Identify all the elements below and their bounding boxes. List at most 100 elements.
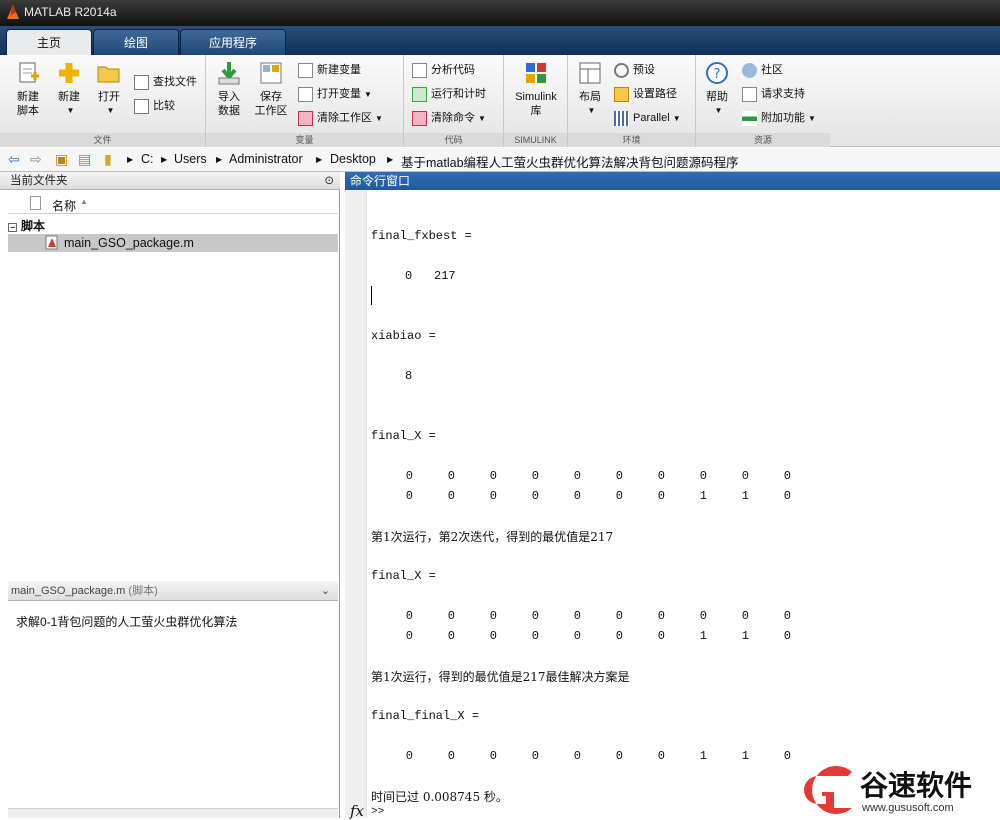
chevron-down-icon: ▼ [808, 114, 816, 123]
xiabiao-label: xiabiao = [371, 329, 436, 343]
request-support-button[interactable]: 请求支持 [742, 85, 805, 105]
breadcrumb-desktop[interactable]: Desktop [330, 152, 376, 166]
matrix-cell: 0 [447, 749, 455, 763]
matrix-cell: 0 [573, 749, 581, 763]
details-header[interactable]: main_GSO_package.m (脚本) ⌄ [8, 581, 338, 601]
tab-home[interactable]: 主页 [6, 29, 92, 55]
matrix-cell: 0 [615, 469, 623, 483]
chevron-down-icon: ▼ [375, 114, 383, 123]
matrix-cell: 1 [741, 749, 749, 763]
simulink-label-2: 库 [530, 105, 542, 117]
chevron-down-icon: ▼ [672, 114, 681, 123]
file-type-icon [30, 196, 41, 210]
final-x-label-2: final_X = [371, 569, 436, 583]
back-arrow-icon[interactable]: ⇦ [8, 151, 20, 168]
fxbest-label: final_fxbest = [371, 229, 472, 243]
watermark-url: www.gususoft.com [862, 802, 954, 814]
import-label-1: 导入 [218, 91, 240, 103]
scripts-group[interactable]: − 脚本 [8, 217, 45, 234]
xiabiao-value: 8 [405, 369, 413, 383]
matrix-cell: 0 [447, 609, 455, 623]
matrix-cell: 0 [573, 489, 581, 503]
watermark: 谷速软件 www.gususoft.com [800, 762, 1000, 818]
layout-label: 布局 [579, 91, 601, 103]
tab-plots[interactable]: 绘图 [93, 29, 179, 55]
matrix-cell: 0 [489, 489, 497, 503]
chevron-down-icon: ▼ [714, 106, 723, 115]
community-icon [742, 62, 757, 78]
find-files-button[interactable]: 查找文件 [134, 73, 197, 93]
breadcrumb-drive[interactable]: C: [141, 152, 154, 166]
command-window-title: 命令行窗口 [350, 174, 411, 188]
final-x-label: final_X = [371, 429, 436, 443]
simulink-library-button[interactable]: Simulink 库 [508, 60, 564, 118]
new-variable-button[interactable]: 新建变量 [298, 61, 361, 81]
browse-folder-icon[interactable]: ▤ [78, 151, 91, 168]
fx-icon[interactable]: fx [350, 802, 364, 820]
title-bar: MATLAB R2014a [0, 0, 1000, 26]
tab-apps[interactable]: 应用程序 [180, 29, 286, 55]
variable-section-label: 变量 [206, 133, 403, 147]
matrix-cell: 0 [741, 469, 749, 483]
name-column-header[interactable]: 名称 ▲ [8, 194, 338, 214]
help-icon: ? [706, 62, 728, 84]
command-prompt[interactable]: >> [371, 806, 384, 818]
matrix-cell: 0 [489, 469, 497, 483]
command-window-header: 命令行窗口 [345, 172, 1000, 190]
chevron-down-icon: ▼ [106, 106, 115, 115]
open-button[interactable]: 打开 ▼ [92, 60, 126, 118]
matrix-cell: 0 [783, 469, 791, 483]
matrix-cell: 0 [615, 609, 623, 623]
forward-arrow-icon[interactable]: ⇨ [30, 151, 42, 168]
script-file-icon [45, 235, 58, 250]
new-button[interactable]: 新建 ▼ [52, 60, 86, 118]
result-message-1: 第1次运行，第2次迭代，得到的最优值是217 [371, 530, 614, 544]
import-data-button[interactable]: 导入 数据 [212, 60, 246, 118]
save-label-2: 工作区 [254, 105, 288, 117]
command-window-gutter [345, 190, 367, 818]
clear-workspace-label: 清除工作区 [317, 112, 372, 124]
matrix-cell: 0 [615, 629, 623, 643]
request-support-label: 请求支持 [761, 88, 805, 100]
breadcrumb-administrator[interactable]: Administrator [229, 152, 303, 166]
breadcrumb-project-folder[interactable]: 基于matlab编程人工萤火虫群优化算法解决背包问题源码程序 [401, 152, 739, 171]
ribbon-tabs: 主页 绘图 应用程序 [0, 26, 1000, 55]
breadcrumb-separator-icon: ▶ [387, 155, 394, 164]
parallel-button[interactable]: Parallel ▼ [614, 109, 681, 129]
community-button[interactable]: 社区 [742, 61, 783, 81]
analyze-code-icon [412, 62, 427, 78]
open-variable-button[interactable]: 打开变量 ▼ [298, 85, 372, 105]
matrix-cell: 0 [699, 609, 707, 623]
matrix-cell: 0 [615, 749, 623, 763]
compare-button[interactable]: 比较 [134, 97, 175, 117]
breadcrumb-separator-icon: ▶ [127, 155, 134, 164]
add-ons-button[interactable]: 附加功能 ▼ [742, 109, 816, 129]
breadcrumb-separator-icon: ▶ [316, 155, 323, 164]
breadcrumb-users[interactable]: Users [174, 152, 207, 166]
new-script-button[interactable]: 新建 脚本 [10, 60, 46, 118]
preferences-button[interactable]: 预设 [614, 61, 655, 81]
new-script-label-2: 脚本 [17, 105, 39, 117]
matrix-cell: 0 [783, 749, 791, 763]
set-path-button[interactable]: 设置路径 [614, 85, 677, 105]
panel-menu-icon[interactable]: ⊙ [324, 172, 334, 190]
environment-section: 布局 ▼ 预设 设置路径 Parallel ▼ 环境 [568, 55, 696, 147]
svg-text:?: ? [714, 67, 721, 82]
collapse-icon[interactable]: − [8, 223, 17, 232]
fxbest-value-2: 217 [434, 269, 456, 283]
horizontal-scrollbar[interactable] [8, 808, 338, 818]
save-workspace-button[interactable]: 保存 工作区 [250, 60, 292, 118]
matrix-cell: 0 [615, 489, 623, 503]
chevron-down-icon[interactable]: ⌄ [321, 581, 330, 601]
layout-button[interactable]: 布局 ▼ [572, 60, 608, 118]
run-and-time-button[interactable]: 运行和计时 [412, 85, 486, 105]
save-label-1: 保存 [260, 91, 282, 103]
clear-workspace-button[interactable]: 清除工作区 ▼ [298, 109, 383, 129]
new-script-label-1: 新建 [17, 91, 39, 103]
analyze-code-button[interactable]: 分析代码 [412, 61, 475, 81]
file-row[interactable]: main_GSO_package.m [8, 234, 338, 252]
clear-commands-button[interactable]: 清除命令 ▼ [412, 109, 486, 129]
help-button[interactable]: ? 帮助 ▼ [702, 60, 732, 118]
up-folder-icon[interactable]: ▣ [55, 151, 68, 168]
plus-icon [59, 63, 79, 83]
